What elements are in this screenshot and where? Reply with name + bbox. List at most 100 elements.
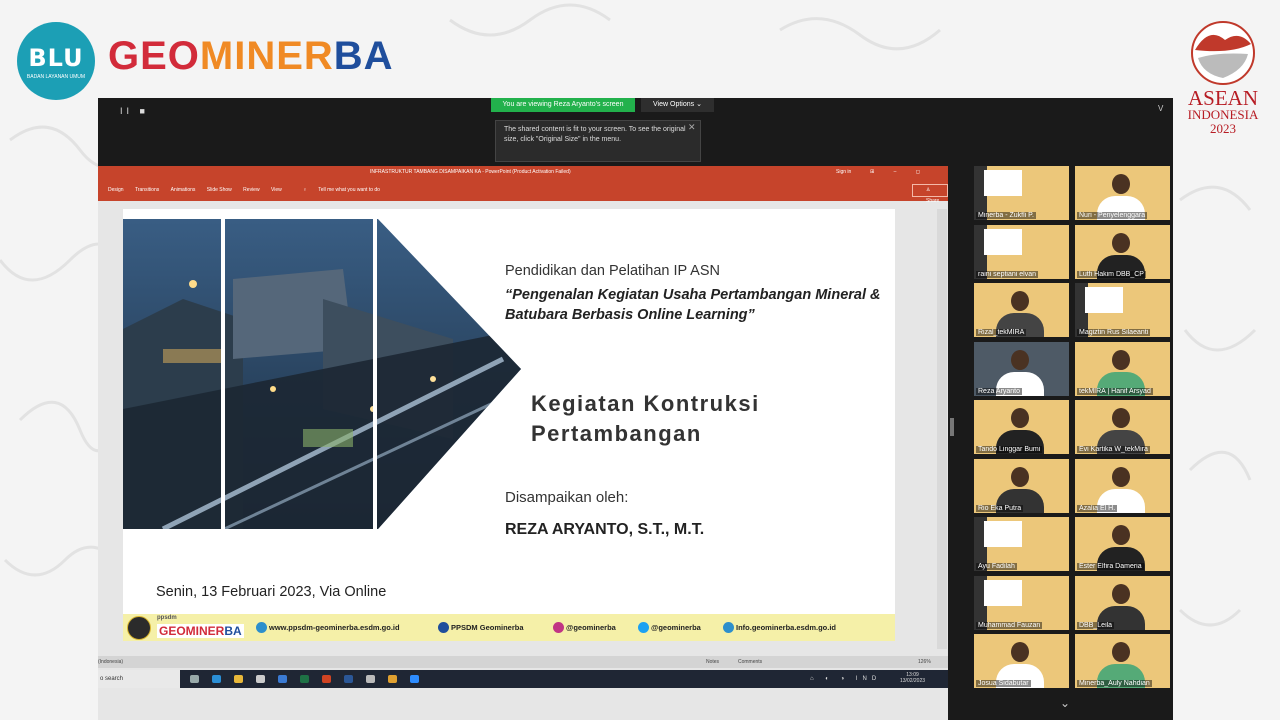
participant-tile[interactable]: Azalia El H.	[1075, 458, 1170, 513]
ppt-statusbar: (Indonesia) Notes Comments 126%	[98, 656, 948, 668]
participant-tile[interactable]: Muhammad Fauzan	[974, 575, 1069, 630]
person-icon: ♙	[926, 187, 931, 193]
view-options-button[interactable]: View Options ⌄	[641, 98, 714, 112]
slide-main-title: Kegiatan Kontruksi Pertambangan	[531, 389, 760, 449]
system-tray[interactable]: ⌂ ◐ ◑ IND	[810, 670, 881, 688]
tab-animations[interactable]: Animations	[171, 187, 196, 193]
ppt-scrollbar[interactable]	[937, 209, 947, 649]
tab-slide-show[interactable]: Slide Show	[207, 187, 232, 193]
sign-in-link[interactable]: Sign in	[836, 166, 851, 179]
excel-icon[interactable]	[300, 675, 309, 683]
edge-icon[interactable]	[212, 675, 221, 683]
participant-name: Azalia El H.	[1077, 504, 1118, 512]
fit-screen-tooltip: The shared content is fit to your screen…	[495, 120, 701, 162]
mail-app-icon[interactable]	[278, 675, 287, 683]
powerpoint-icon[interactable]	[322, 675, 331, 683]
asean-emblem-icon	[1191, 21, 1255, 85]
participant-head	[1011, 642, 1029, 662]
participant-tile[interactable]: Ester Elfira Dameria	[1075, 517, 1170, 571]
view-toggle-button[interactable]: V	[1158, 104, 1163, 113]
participant-head	[1112, 525, 1130, 545]
participant-tile[interactable]: Rizal_tekMIRA	[974, 283, 1069, 337]
participant-tile[interactable]: raini septiani elvan	[974, 224, 1069, 279]
logo-part-geo: GEO	[108, 34, 200, 78]
participant-tile[interactable]: Lutfi Hakim DBB_CP	[1075, 224, 1170, 279]
ppt-titlebar: INFRASTRUKTUR TAMBANG DISAMPAIKAN KA - P…	[98, 166, 948, 188]
footer-instagram-text: @geominerba	[566, 623, 616, 632]
participant-tile[interactable]: Rio Eka Putra	[974, 458, 1069, 513]
asean-title: ASEAN	[1187, 86, 1258, 110]
slide-course-title: “Pengenalan Kegiatan Usaha Pertambangan …	[505, 285, 881, 325]
blu-logo-text: BLU	[28, 44, 84, 72]
asean-year: 2023	[1210, 121, 1236, 136]
chevron-down-icon[interactable]: ⌄	[1060, 696, 1070, 710]
chevron-down-icon: ⌄	[696, 101, 702, 108]
word-icon[interactable]	[344, 675, 353, 683]
footer-email: Info.geominerba.esdm.go.id	[723, 622, 836, 633]
tile-slide-thumb	[1085, 287, 1123, 313]
participant-head	[1112, 583, 1130, 604]
participant-name: Nuri - Penyelenggara	[1077, 212, 1148, 219]
close-icon[interactable]: ✕	[688, 122, 696, 133]
view-options-label: View Options	[653, 101, 695, 108]
participant-tile[interactable]: Ayu Fadilah	[974, 517, 1069, 571]
participant-name: Ester Elfira Dameria	[1077, 563, 1144, 570]
participant-tile[interactable]: Minerba_Auly Nahdian	[1075, 634, 1170, 688]
mine-plant-photo	[123, 209, 521, 539]
share-button[interactable]: ♙ Share	[912, 184, 948, 204]
task-view-icon[interactable]	[190, 675, 199, 683]
share-label: Share	[926, 198, 940, 204]
participant-tile[interactable]: Reza Aryanto	[974, 341, 1069, 396]
participant-head	[1112, 349, 1130, 370]
participant-tile[interactable]: Nuri - Penyelenggara	[1075, 166, 1170, 220]
participant-tile[interactable]: DBB_Leila	[1075, 575, 1170, 630]
participant-head	[1011, 349, 1029, 370]
zoom-level[interactable]: 126%	[918, 656, 931, 668]
taskbar-search[interactable]: o search	[98, 670, 180, 688]
participant-head	[1011, 291, 1029, 311]
participant-head	[1112, 232, 1130, 253]
tab-review[interactable]: Review	[243, 187, 259, 193]
participant-tile[interactable]: Tando Linggar Bumi	[974, 400, 1069, 454]
globe-icon	[256, 622, 267, 633]
participant-tile[interactable]: tekMIRA | Hanif Arsyad	[1075, 341, 1170, 396]
participant-tile[interactable]: Minerba - Zukfli P.	[974, 166, 1069, 220]
participant-name: Evi Kartika W_tekMira	[1077, 446, 1150, 453]
app-icon[interactable]	[366, 675, 375, 683]
gallery-scroll-handle[interactable]	[950, 418, 954, 436]
tile-slide-thumb	[984, 228, 1022, 255]
instagram-icon	[553, 622, 564, 633]
notes-button[interactable]: Notes	[706, 656, 719, 668]
tab-transitions[interactable]: Transitions	[135, 187, 159, 193]
participant-head	[1112, 642, 1130, 662]
footer-logo-small: ppsdm	[157, 615, 177, 621]
presented-by-label: Disampaikan oleh:	[505, 489, 629, 506]
zoom-app-icon[interactable]	[410, 675, 419, 683]
participant-name: Josua Sidabutar	[976, 680, 1031, 687]
tile-slide-thumb	[984, 579, 1022, 606]
tab-view[interactable]: View	[271, 187, 282, 193]
slide-main-title-line1: Kegiatan Kontruksi	[531, 391, 760, 416]
participant-tile[interactable]: Josua Sidabutar	[974, 634, 1069, 688]
file-explorer-icon[interactable]	[234, 675, 243, 683]
participant-tile[interactable]: Magiztin Rus Silaeanti	[1075, 283, 1170, 337]
participant-head	[1112, 174, 1130, 194]
slide-course-title-line1: “Pengenalan Kegiatan Usaha Pertambangan …	[505, 287, 881, 303]
share-pause-controls[interactable]: II ■	[120, 106, 149, 116]
ppt-ribbon: Design Transitions Animations Slide Show…	[98, 179, 948, 204]
participant-tile[interactable]: Evi Kartika W_tekMira	[1075, 400, 1170, 454]
asean-logo: ASEAN INDONESIA 2023	[1180, 18, 1266, 136]
footer-facebook-text: PPSDM Geominerba	[451, 623, 524, 632]
slide-date: Senin, 13 Februari 2023, Via Online	[156, 584, 387, 600]
store-icon[interactable]	[256, 675, 265, 683]
participant-head	[1112, 408, 1130, 428]
comments-button[interactable]: Comments	[738, 656, 762, 668]
logo-part-miner: MINER	[199, 34, 334, 78]
slide-footer: ppsdm GEOMINERBA www.ppsdm-geominerba.es…	[123, 614, 895, 641]
chrome-icon[interactable]	[388, 675, 397, 683]
tab-design[interactable]: Design	[108, 187, 124, 193]
participant-name: Reza Aryanto	[976, 387, 1023, 395]
taskbar-clock[interactable]: 13:09 13/02/2023	[900, 672, 925, 684]
footer-logo-geominer: GEOMINER	[159, 624, 225, 638]
tell-me-search[interactable]: ♀ Tell me what you want to do	[293, 187, 380, 193]
